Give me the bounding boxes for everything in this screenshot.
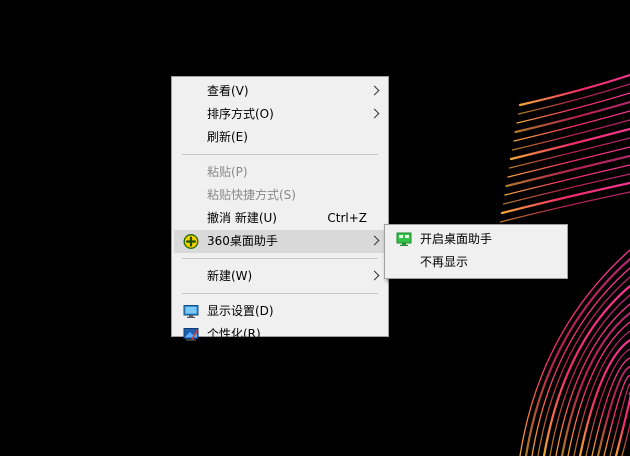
feather-stroke <box>507 146 630 178</box>
feather-stroke <box>500 181 630 215</box>
menu-item-view[interactable]: 查看(V) <box>174 80 386 103</box>
menu-item-label: 查看(V) <box>207 84 249 98</box>
menu-item-label: 排序方式(O) <box>207 107 274 121</box>
feather-stroke <box>508 137 630 169</box>
feather-stroke <box>514 100 630 134</box>
feather-stroke <box>505 154 630 188</box>
chevron-right-icon <box>369 235 380 246</box>
menu-item-label: 刷新(E) <box>207 130 248 144</box>
menu-item-label: 新建(W) <box>207 269 253 283</box>
personalize-icon <box>183 328 199 341</box>
menu-separator <box>182 154 378 155</box>
display-settings-icon <box>183 305 199 318</box>
feather-stroke <box>509 127 630 161</box>
menu-item-label: 个性化(R) <box>207 327 261 341</box>
menu-item-label: 撤消 新建(U) <box>207 211 277 225</box>
submenu-item-open-desktop-helper[interactable]: 开启桌面助手 <box>387 228 565 251</box>
menu-item-shortcut: Ctrl+Z <box>327 211 367 225</box>
menu-item-paste-shortcut: 粘贴快捷方式(S) <box>174 184 386 207</box>
menu-item-label: 粘贴(P) <box>207 165 248 179</box>
feather-stroke <box>513 110 630 142</box>
desktop[interactable]: 查看(V) 排序方式(O) 刷新(E) 粘贴(P) 粘贴快捷方式(S) 撤消 新… <box>0 0 630 456</box>
menu-item-refresh[interactable]: 刷新(E) <box>174 126 386 149</box>
feather-stroke <box>502 173 630 205</box>
menu-item-label: 开启桌面助手 <box>420 232 493 246</box>
chevron-right-icon <box>369 108 380 119</box>
360-desktop-helper-submenu: 开启桌面助手 不再显示 <box>384 224 568 279</box>
menu-item-360-desktop-helper[interactable]: 360桌面助手 <box>174 230 386 253</box>
feather-stroke <box>504 164 630 196</box>
feather-stroke <box>517 83 630 115</box>
menu-item-label: 粘贴快捷方式(S) <box>207 188 296 202</box>
menu-item-new[interactable]: 新建(W) <box>174 265 386 288</box>
submenu-item-dont-show-again[interactable]: 不再显示 <box>387 251 565 274</box>
menu-item-display-settings[interactable]: 显示设置(D) <box>174 300 386 323</box>
menu-item-label: 不再显示 <box>420 255 469 269</box>
feather-stroke <box>511 119 630 151</box>
menu-separator <box>182 293 378 294</box>
chevron-right-icon <box>369 85 380 96</box>
menu-item-undo-new[interactable]: 撤消 新建(U) Ctrl+Z <box>174 207 386 230</box>
menu-item-label: 显示设置(D) <box>207 304 274 318</box>
menu-item-sort-by[interactable]: 排序方式(O) <box>174 103 386 126</box>
360-desktop-helper-icon <box>183 234 199 249</box>
chevron-right-icon <box>369 270 380 281</box>
desktop-context-menu: 查看(V) 排序方式(O) 刷新(E) 粘贴(P) 粘贴快捷方式(S) 撤消 新… <box>171 76 389 341</box>
feather-stroke <box>549 294 630 456</box>
menu-separator <box>182 258 378 259</box>
desktop-helper-green-icon <box>396 232 412 246</box>
menu-item-paste: 粘贴(P) <box>174 161 386 184</box>
menu-item-personalize[interactable]: 个性化(R) <box>174 323 386 346</box>
menu-item-label: 360桌面助手 <box>207 234 278 248</box>
